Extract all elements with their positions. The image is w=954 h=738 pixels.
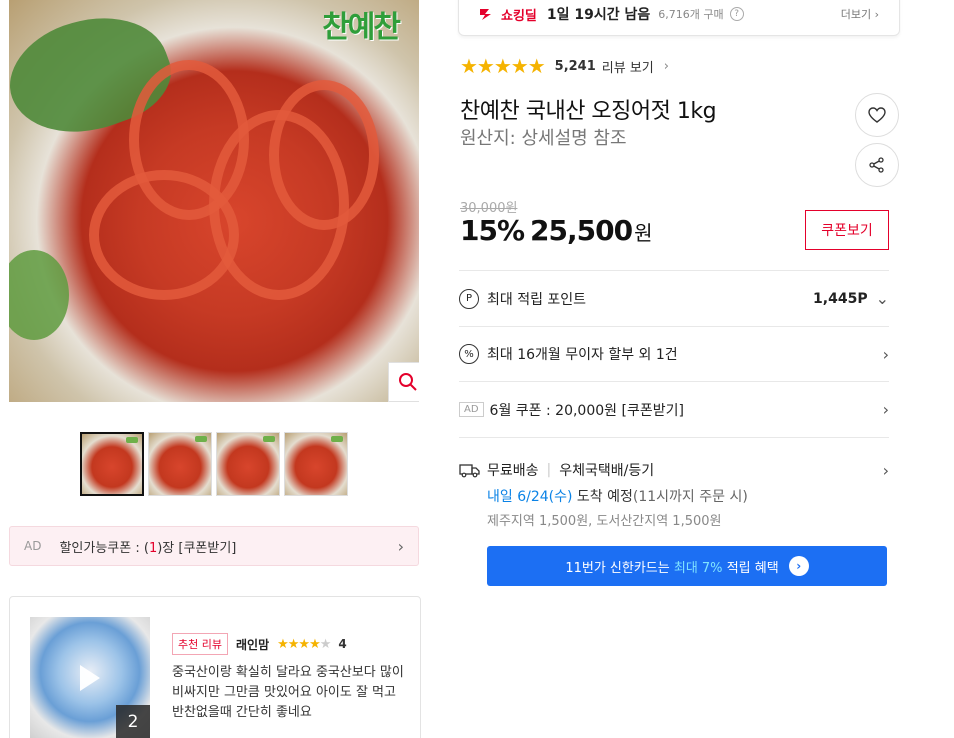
card-benefit-banner[interactable]: 11번가 신한카드는 최대 7% 적립 혜택 › — [487, 546, 887, 586]
chevron-right-icon: › — [882, 344, 889, 364]
rating-row[interactable]: ★★★★★ 5,241 리뷰 보기 › — [460, 54, 669, 78]
ad-coupon-bar[interactable]: AD 할인가능쿠폰 : (1)장 [쿠폰받기] › — [9, 526, 419, 566]
chevron-right-icon: › — [397, 536, 404, 556]
share-icon — [869, 157, 884, 173]
zoom-button[interactable] — [388, 362, 419, 402]
review-card[interactable]: 2 추천 리뷰 래인맘 ★★★★★ 4 중국산이랑 확실히 달라요 중국산보다 … — [9, 596, 421, 738]
rating-stars: ★★★★★ — [460, 54, 546, 78]
media-count: 2 — [116, 705, 150, 738]
product-origin: 원산지: 상세설명 참조 — [460, 128, 627, 149]
help-icon[interactable]: ? — [729, 7, 744, 21]
carrier: 우체국택배/등기 — [559, 463, 655, 479]
free-shipping: 무료배송 — [487, 463, 539, 479]
coupon-view-button[interactable]: 쿠폰보기 — [805, 210, 889, 250]
chevron-right-icon: › — [882, 400, 889, 419]
review-stars: ★★★★★ — [277, 636, 331, 652]
food-detail — [269, 80, 379, 230]
reviewer-name: 래인맘 — [235, 637, 270, 652]
review-score: 4 — [338, 637, 347, 651]
play-icon — [80, 665, 100, 691]
heart-icon — [868, 107, 886, 123]
chevron-right-icon: › — [663, 58, 669, 74]
chevron-down-icon: ⌄ — [875, 289, 889, 308]
thumbnail[interactable] — [284, 432, 348, 496]
review-link[interactable]: 리뷰 보기 — [602, 57, 654, 76]
brand-logo: 찬예찬 — [322, 10, 401, 45]
points-row[interactable]: P 최대 적립 포인트 1,445P ⌄ — [459, 270, 889, 326]
percent-icon: % — [459, 344, 479, 364]
shocking-deal-bar: 쇼킹딜 1일 19시간 남음 6,716개 구매 ? 더보기 › — [458, 0, 900, 36]
installment-text: 최대 16개월 무이자 할부 외 1건 — [487, 347, 678, 363]
product-title: 찬예찬 국내산 오징어젓 1kg — [460, 99, 717, 124]
deal-time-remaining: 1일 19시간 남음 — [546, 7, 651, 23]
sale-price-value: 25,500 — [530, 214, 633, 247]
shocking-deal-label: 쇼킹딜 — [479, 5, 537, 24]
discount-rate: 15% — [460, 214, 525, 247]
food-detail — [89, 170, 239, 300]
ad-coupon-text: 할인가능쿠폰 : (1)장 [쿠폰받기] — [59, 540, 237, 556]
arrival-estimate: 내일 6/24(수) 도착 예정(11시까지 주문 시) — [487, 489, 748, 505]
chevron-right-icon: › — [882, 460, 889, 480]
shipping-method: 무료배송 | 우체국택배/등기 › — [459, 460, 889, 480]
points-value: 1,445P — [813, 290, 868, 307]
review-count: 5,241 — [554, 58, 596, 74]
magnifier-icon — [399, 373, 417, 391]
thumbnail-strip — [80, 432, 348, 496]
share-button[interactable] — [855, 143, 899, 187]
ad-tag: AD — [459, 402, 484, 417]
thumbnail[interactable] — [148, 432, 212, 496]
ad-coupon-row[interactable]: AD 6월 쿠폰 : 20,000원 [쿠폰받기] › — [459, 381, 889, 437]
truck-icon — [459, 464, 480, 478]
review-header: 추천 리뷰 래인맘 ★★★★★ 4 — [172, 633, 347, 655]
deal-buyers: 6,716개 구매 — [658, 8, 724, 21]
thumbnail[interactable] — [80, 432, 144, 496]
point-icon: P — [459, 288, 479, 309]
points-label: 최대 적립 포인트 — [487, 291, 587, 308]
arrow-right-icon: › — [788, 556, 809, 576]
installment-row[interactable]: % 최대 16개월 무이자 할부 외 1건 › — [459, 326, 889, 381]
sale-price: 15% 25,500 원 — [460, 214, 653, 247]
shocking-deal-icon — [480, 9, 491, 20]
june-coupon-text: 6월 쿠폰 : 20,000원 [쿠폰받기] — [489, 402, 684, 419]
recommended-badge: 추천 리뷰 — [172, 633, 228, 655]
card-banner-text: 11번가 신한카드는 최대 7% 적립 혜택 — [565, 560, 779, 576]
review-image[interactable]: 2 — [30, 617, 150, 738]
shipping-block[interactable]: 무료배송 | 우체국택배/등기 › 내일 6/24(수) 도착 예정(11시까지… — [459, 437, 889, 529]
more-link[interactable]: 더보기 › — [841, 6, 879, 22]
ad-tag: AD — [24, 539, 42, 553]
review-text: 중국산이랑 확실히 달라요 중국산보다 많이 비싸지만 그만큼 맛있어요 아이도… — [172, 665, 404, 720]
main-product-image[interactable]: 찬예찬 — [9, 0, 419, 402]
thumbnail[interactable] — [216, 432, 280, 496]
currency-unit: 원 — [634, 221, 652, 245]
extra-shipping-fee: 제주지역 1,500원, 도서산간지역 1,500원 — [487, 514, 722, 529]
wishlist-button[interactable] — [855, 93, 899, 137]
leaf-decoration — [9, 250, 69, 340]
